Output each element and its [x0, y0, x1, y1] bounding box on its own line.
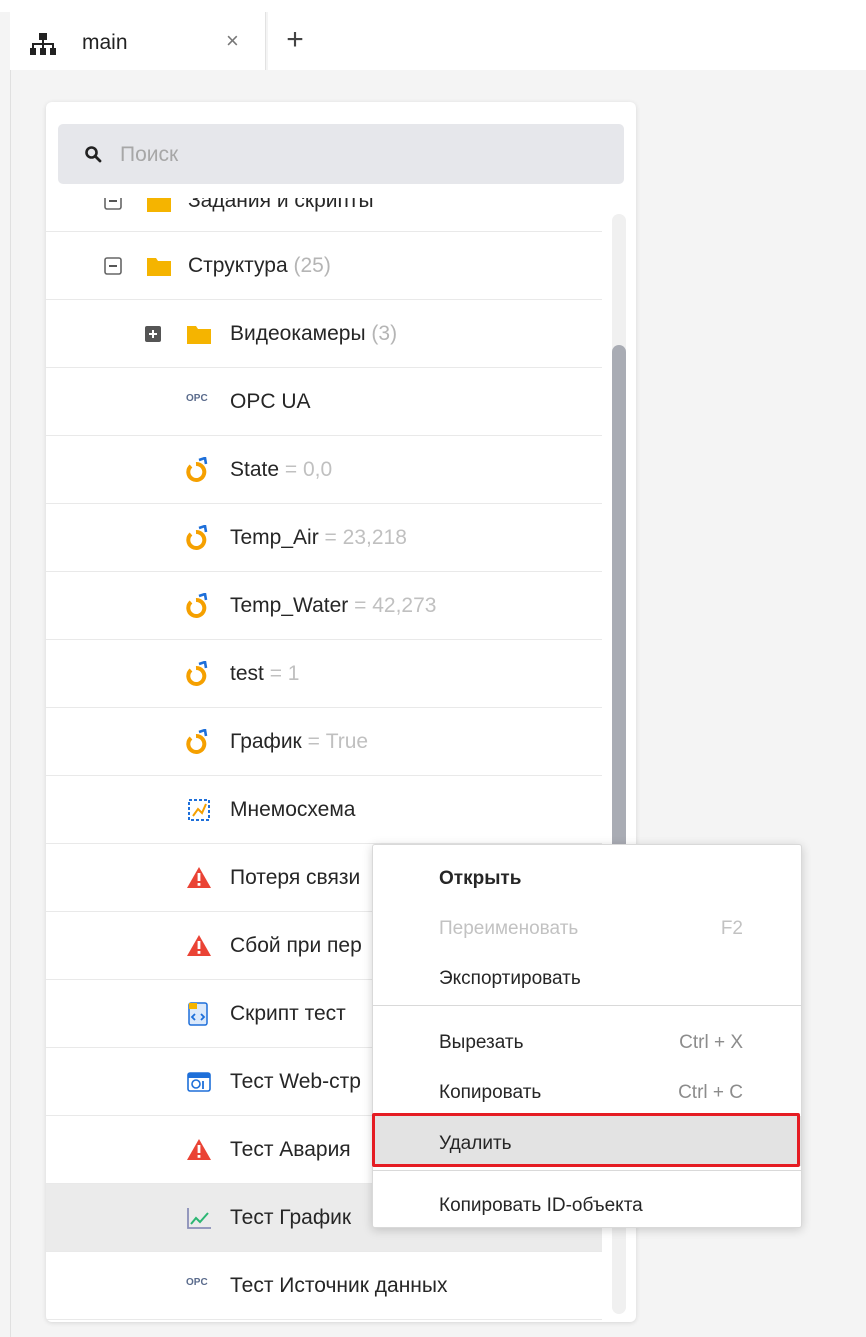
menu-item-label: Экспортировать: [439, 968, 581, 989]
tree-row-label: Temp_Air = 23,218: [230, 526, 407, 549]
tag-icon: [186, 729, 208, 754]
folder-icon: [147, 198, 171, 212]
menu-item-label: Копировать ID-объекта: [439, 1195, 643, 1216]
menu-item-export[interactable]: Экспортировать: [373, 951, 801, 1001]
tab-bar: main × +: [10, 12, 866, 70]
top-strip: [0, 0, 866, 12]
script-icon: [188, 1002, 208, 1026]
menu-item-rename: Переименовать F2: [373, 901, 801, 951]
expand-icon[interactable]: [144, 325, 162, 343]
tree-row-label: Потеря связи: [230, 866, 361, 889]
menu-item-label: Копировать: [439, 1082, 542, 1103]
tree-row-videocameras[interactable]: Видеокамеры (3): [46, 300, 602, 368]
tree-row-label: test = 1: [230, 662, 300, 685]
alarm-icon: [187, 867, 211, 888]
tab-bar-empty: [322, 12, 866, 70]
tree-row-label: Сбой при пер: [230, 934, 362, 957]
close-icon[interactable]: ×: [226, 28, 239, 54]
collapse-icon[interactable]: [104, 198, 122, 210]
tag-icon: [186, 525, 208, 550]
tree-row-label: Тест Авария: [230, 1138, 351, 1161]
tree-row-label: Задания и скрипты: [188, 198, 374, 212]
hierarchy-icon: [30, 33, 56, 55]
tag-value: = 23,218: [324, 526, 407, 549]
folder-icon: [147, 258, 171, 276]
item-count: (3): [371, 322, 398, 345]
menu-separator: [373, 1170, 801, 1171]
tag-value: = 0,0: [284, 458, 333, 481]
tree-row-opc-ua[interactable]: OPC OPC UA: [46, 368, 602, 436]
search-input[interactable]: [120, 138, 600, 172]
menu-item-delete[interactable]: Удалить: [373, 1116, 801, 1166]
menu-item-shortcut: F2: [720, 918, 743, 939]
tab-label: main: [82, 31, 128, 54]
tree-row-label: Тест Источник данных: [230, 1274, 448, 1297]
menu-item-open[interactable]: Открыть: [373, 851, 801, 901]
folder-icon: [187, 326, 211, 344]
tree-row-label: Видеокамеры (3): [230, 322, 398, 345]
tree-row-label: Мнемосхема: [230, 798, 356, 821]
scrollbar-thumb[interactable]: [612, 345, 626, 855]
tree-row-label: OPC UA: [230, 390, 311, 413]
tag-icon: [186, 661, 208, 686]
tag-value: = 1: [269, 662, 300, 685]
search-icon: [85, 146, 102, 163]
menu-item-label: Переименовать: [439, 918, 579, 939]
menu-item-cut[interactable]: Вырезать Ctrl + X: [373, 1015, 801, 1065]
tree-row-test[interactable]: test = 1: [46, 640, 602, 708]
collapse-icon[interactable]: [104, 257, 122, 275]
tree-row-label: Тест График: [230, 1206, 352, 1229]
menu-item-label: Открыть: [439, 868, 522, 889]
menu-item-shortcut: Ctrl + X: [679, 1032, 743, 1053]
add-tab-button[interactable]: +: [268, 12, 322, 70]
tree-row-structure[interactable]: Структура (25): [46, 232, 602, 300]
tree-row-grafik-tag[interactable]: График = True: [46, 708, 602, 776]
tree-row-label: Скрипт тест: [230, 1002, 346, 1025]
tree-row-mnemoscheme[interactable]: Мнемосхема: [46, 776, 602, 844]
context-menu: Открыть Переименовать F2 Экспортировать …: [372, 844, 802, 1228]
tree-row-label: Структура (25): [188, 254, 331, 277]
tag-value: = True: [307, 730, 369, 753]
search-box: [58, 124, 624, 184]
tree-row-temp-water[interactable]: Temp_Water = 42,273: [46, 572, 602, 640]
tree-row-data-source[interactable]: OPC Тест Источник данных: [46, 1252, 602, 1320]
menu-item-shortcut: Ctrl + C: [678, 1082, 743, 1103]
tree-row-label: Temp_Water = 42,273: [230, 594, 437, 617]
menu-separator: [373, 1005, 801, 1006]
menu-item-copy[interactable]: Копировать Ctrl + C: [373, 1065, 801, 1115]
tag-icon: [186, 593, 208, 618]
webpage-icon: [187, 1072, 211, 1092]
tree-row-state[interactable]: State = 0,0: [46, 436, 602, 504]
divider: [10, 70, 11, 1337]
chart-icon: [187, 1208, 211, 1229]
tag-value: = 42,273: [354, 594, 437, 617]
alarm-icon: [187, 1139, 211, 1160]
mnemonic-icon: [188, 799, 210, 821]
menu-item-copy-id[interactable]: Копировать ID-объекта: [373, 1178, 801, 1228]
tree-row-label: Тест Web-стр: [230, 1070, 361, 1093]
menu-item-label: Удалить: [439, 1133, 512, 1154]
tree-row-tasks[interactable]: Задания и скрипты: [46, 198, 602, 232]
tree-row-label: State = 0,0: [230, 458, 333, 481]
menu-item-label: Вырезать: [439, 1032, 524, 1053]
alarm-icon: [187, 935, 211, 956]
tree-row-temp-air[interactable]: Temp_Air = 23,218: [46, 504, 602, 572]
opc-icon: OPC: [186, 393, 208, 404]
opc-icon: OPC: [186, 1277, 208, 1288]
tab-main[interactable]: main ×: [10, 12, 266, 70]
tree-row-label: График = True: [230, 730, 369, 753]
tag-icon: [186, 457, 208, 482]
item-count: (25): [293, 254, 331, 277]
